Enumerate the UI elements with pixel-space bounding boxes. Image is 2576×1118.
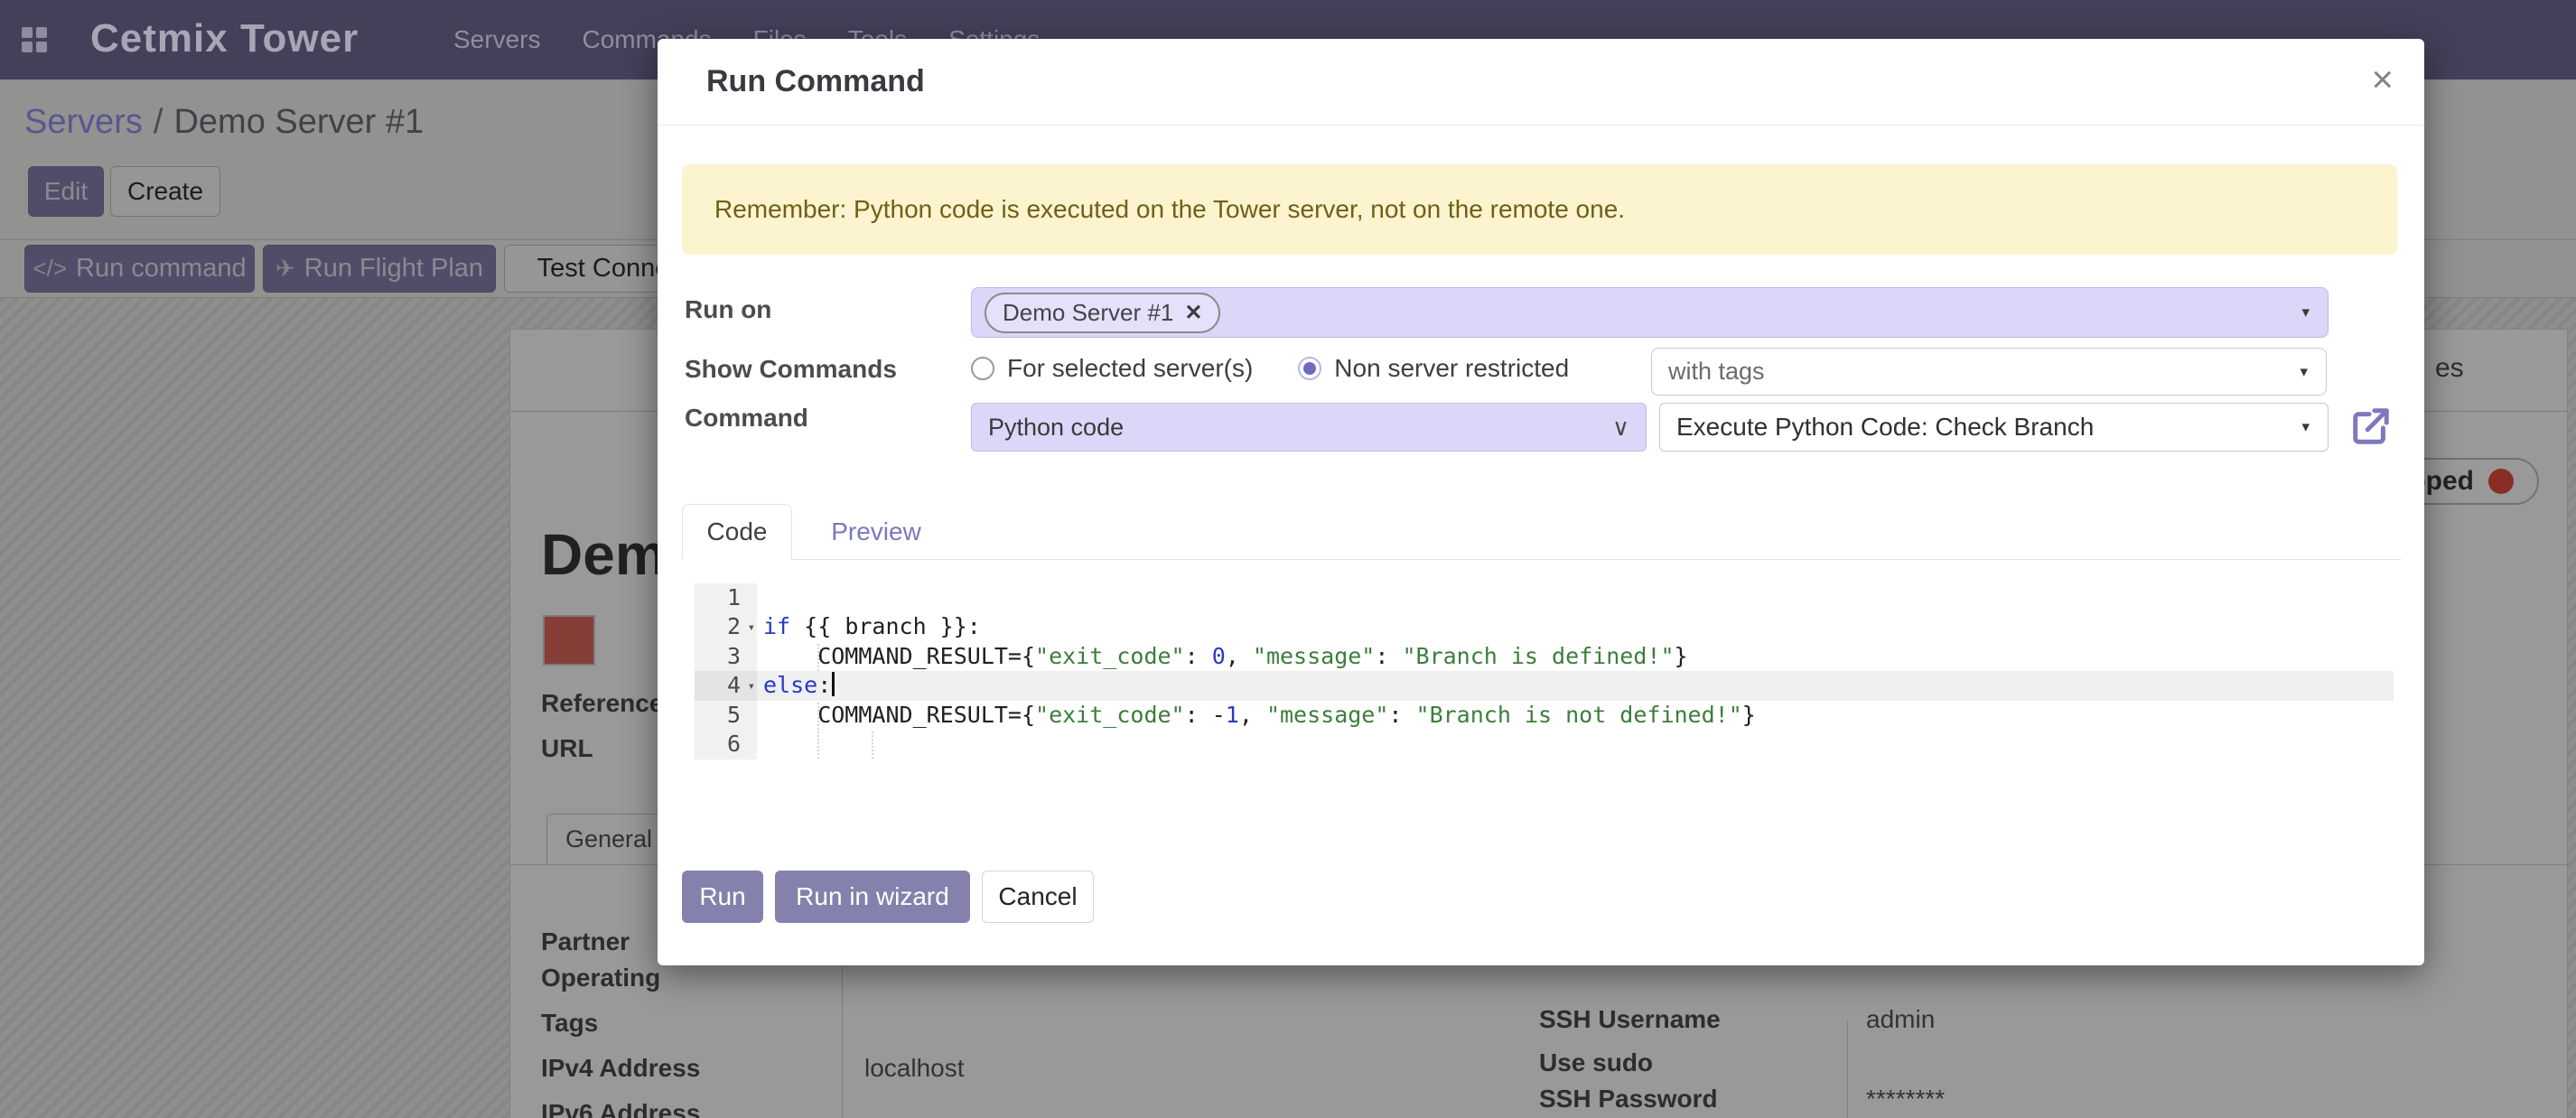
fold-arrow-icon[interactable]: ▾ (748, 672, 755, 701)
command-select[interactable]: Execute Python Code: Check Branch ▾ (1659, 403, 2329, 452)
cancel-button[interactable]: Cancel (982, 871, 1094, 923)
code-token: else (763, 672, 817, 698)
warning-banner: Remember: Python code is executed on the… (682, 164, 2397, 255)
run-on-select[interactable]: Demo Server #1 ✕ ▾ (971, 287, 2329, 338)
code-token: - (1212, 702, 1226, 728)
brand-title: Cetmix Tower (90, 16, 359, 61)
external-link-icon[interactable] (2350, 405, 2392, 447)
code-token: "exit_code" (1035, 702, 1185, 728)
text-cursor (832, 672, 835, 696)
code-line[interactable] (757, 583, 2394, 612)
chevron-down-icon: ▾ (2301, 303, 2310, 321)
tab-code[interactable]: Code (682, 504, 792, 560)
tag-remove-icon[interactable]: ✕ (1184, 300, 1202, 326)
code-token: : (1388, 702, 1415, 728)
code-line[interactable]: if {{ branch }}: (757, 612, 2394, 641)
line-number: 4▾ (695, 671, 757, 700)
code-token: COMMAND_RESULT={ (763, 643, 1035, 669)
code-token: } (1675, 643, 1688, 669)
apps-grid-icon[interactable] (22, 27, 47, 52)
code-token: , (1239, 702, 1266, 728)
line-number: 3 (695, 642, 757, 671)
code-line[interactable]: COMMAND_RESULT={"exit_code": 0, "message… (757, 642, 2394, 671)
code-token: COMMAND_RESULT={ (763, 702, 1035, 728)
fold-arrow-icon[interactable]: ▾ (748, 613, 755, 642)
code-token: : (1185, 643, 1212, 669)
indent-guide (872, 731, 873, 759)
close-icon[interactable]: × (2371, 61, 2394, 98)
radio-for-selected-servers[interactable] (971, 357, 994, 380)
code-token: "Branch is defined!" (1402, 643, 1674, 669)
command-label: Command (685, 404, 808, 433)
command-type-select[interactable]: Python code ∨ (971, 403, 1647, 452)
screen: Cetmix Tower ServersCommandsFilesToolsSe… (0, 0, 2576, 1118)
code-token: "exit_code" (1035, 643, 1185, 669)
tab-bar-line (682, 559, 2401, 560)
tab-preview[interactable]: Preview (813, 504, 939, 560)
editor-gutter: 12▾34▾56 (695, 583, 757, 759)
code-token: : (817, 672, 831, 698)
with-tags-select[interactable]: with tags ▾ (1651, 348, 2327, 396)
code-token: "message" (1253, 643, 1375, 669)
line-number: 1 (695, 583, 757, 612)
code-editor[interactable]: 12▾34▾56 if {{ branch }}: COMMAND_RESULT… (695, 583, 2394, 759)
indent-guide (817, 731, 819, 759)
run-command-modal: Run Command × Remember: Python code is e… (658, 39, 2424, 965)
radio-label[interactable]: Non server restricted (1334, 354, 1569, 383)
code-token: {{ branch }}: (790, 613, 981, 639)
chevron-down-icon: ▾ (2300, 363, 2308, 381)
server-tag[interactable]: Demo Server #1 ✕ (985, 293, 1220, 333)
code-line[interactable]: COMMAND_RESULT={"exit_code": -1, "messag… (757, 701, 2394, 730)
code-line[interactable]: else: (757, 671, 2394, 700)
code-token: 0 (1212, 643, 1226, 669)
radio-non-server-restricted[interactable] (1298, 357, 1321, 380)
show-commands-label: Show Commands (685, 355, 897, 384)
run-on-label: Run on (685, 295, 771, 324)
run-button[interactable]: Run (682, 871, 763, 923)
run-in-wizard-button[interactable]: Run in wizard (775, 871, 970, 923)
code-token: : (1185, 702, 1212, 728)
indent-guide (817, 703, 819, 730)
editor-code-area[interactable]: if {{ branch }}: COMMAND_RESULT={"exit_c… (757, 583, 2394, 759)
radio-label[interactable]: For selected server(s) (1007, 354, 1253, 383)
line-number: 6 (695, 730, 757, 759)
code-line[interactable] (757, 730, 2394, 759)
divider (658, 125, 2424, 126)
code-token: "Branch is not defined!" (1416, 702, 1742, 728)
chevron-down-icon: ▾ (2301, 418, 2310, 436)
show-commands-radio-group: For selected server(s) Non server restri… (971, 345, 1569, 392)
chevron-down-icon: ∨ (1612, 414, 1629, 442)
code-token: , (1226, 643, 1253, 669)
line-number: 2▾ (695, 612, 757, 641)
indent-guide (817, 644, 819, 671)
modal-footer: Run Run in wizard Cancel (682, 871, 1094, 923)
line-number: 5 (695, 701, 757, 730)
modal-title: Run Command (706, 64, 925, 99)
menu-item-servers[interactable]: Servers (453, 25, 540, 54)
code-token: if (763, 613, 790, 639)
code-token: } (1742, 702, 1756, 728)
code-token: "message" (1266, 702, 1388, 728)
code-token: : (1375, 643, 1402, 669)
code-token: 1 (1226, 702, 1239, 728)
